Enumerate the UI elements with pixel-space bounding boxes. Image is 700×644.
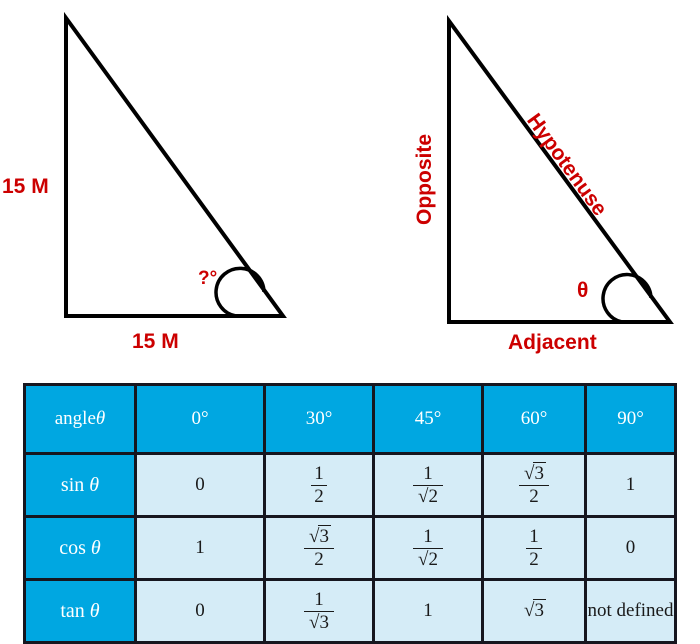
- cell-tan-30°: 1 √3: [263, 578, 375, 644]
- fraction-denominator: 2: [314, 485, 324, 507]
- fraction-denominator: √2: [413, 484, 443, 507]
- cell-sin-0°: 0: [134, 452, 266, 518]
- cell-value: 0: [195, 600, 205, 621]
- row-label-sin: sin θ: [23, 452, 137, 518]
- fraction-value: 12: [526, 526, 542, 570]
- triangle-diagrams: 15 M 15 M ?° Opposite Hypotenuse θ Adjac…: [0, 0, 700, 372]
- left-triangle-shape: [64, 11, 287, 318]
- header-cell-angle-2: 45°: [372, 383, 484, 455]
- row-label-text: sin: [60, 473, 90, 496]
- row-theta-symbol: θ: [89, 599, 100, 622]
- row-theta-symbol: θ: [90, 536, 101, 559]
- fraction-denominator: √2: [413, 547, 443, 570]
- row-label-text: cos: [59, 536, 91, 559]
- cell-value: 1: [625, 474, 636, 495]
- radicand-value: 2: [427, 547, 440, 570]
- row-label-cos: cos θ: [23, 515, 137, 581]
- row-label-tan: tan θ: [23, 578, 137, 644]
- fraction-value: 1 √2: [413, 526, 443, 570]
- row-theta-symbol: θ: [89, 473, 100, 496]
- fraction-numerator: 1: [311, 463, 327, 486]
- fraction-denominator: 2: [529, 548, 539, 570]
- adjacent-side-label: Adjacent: [508, 331, 597, 354]
- header-theta-symbol: θ: [95, 408, 106, 429]
- left-triangle-vertical-label: 15 M: [2, 175, 49, 198]
- sqrt-expression: √3: [522, 599, 546, 622]
- cell-cos-45°: 1 √2: [372, 515, 484, 581]
- fraction-numerator: √3: [304, 524, 334, 549]
- cell-value: 0: [625, 537, 636, 558]
- cell-sin-45°: 1 √2: [372, 452, 484, 518]
- fraction-numerator: 1: [413, 526, 443, 549]
- cell-tan-0°: 0: [134, 578, 266, 644]
- cell-value: 0: [195, 474, 205, 495]
- radicand-value: 3: [318, 524, 331, 547]
- cell-cos-90°: 0: [584, 515, 677, 581]
- fraction-value: √3 2: [519, 461, 549, 507]
- opposite-side-label: Opposite: [413, 133, 436, 225]
- fraction-numerator: √3: [519, 461, 549, 486]
- cell-tan-60°: √3: [481, 578, 587, 644]
- header-cell-angle-3: 60°: [481, 383, 587, 455]
- theta-angle-label: θ: [577, 279, 589, 302]
- cell-value: 1: [423, 600, 433, 621]
- table-row: tan θ 0 1 √3 1 √3 not defined: [23, 578, 677, 644]
- trig-ratio-table: angleθ 0° 30° 45° 60° 90° sin θ 0 1 2 1 √2 √3 2 1 cos θ…: [23, 383, 677, 644]
- sqrt-expression: √3: [307, 610, 331, 633]
- fraction-value: 12: [311, 463, 327, 507]
- header-angle-text: angle: [54, 408, 96, 429]
- fraction-value: 1 √2: [413, 463, 443, 507]
- sqrt-expression: √3: [522, 461, 546, 484]
- cell-tan-45°: 1: [372, 578, 484, 644]
- fraction-numerator: 1: [413, 463, 443, 486]
- fraction-value: 1 √3: [304, 589, 334, 633]
- fraction-denominator: 2: [529, 485, 539, 507]
- radicand-value: 3: [533, 461, 546, 484]
- table-row: sin θ 0 1 2 1 √2 √3 2 1: [23, 452, 677, 518]
- fraction-numerator: 1: [304, 589, 334, 612]
- header-cell-angle-4: 90°: [584, 383, 677, 455]
- table-row: cos θ 1 √3 2 1 √2 1 2 0: [23, 515, 677, 581]
- cell-sin-90°: 1: [584, 452, 677, 518]
- table-header-row: angleθ 0° 30° 45° 60° 90°: [23, 383, 677, 455]
- left-triangle-unknown-angle-label: ?°: [198, 268, 218, 289]
- left-triangle-angle-arc: [214, 266, 266, 318]
- left-triangle-base-label: 15 M: [132, 330, 179, 353]
- cell-cos-30°: √3 2: [263, 515, 375, 581]
- header-cell-angle-0: 0°: [134, 383, 266, 455]
- radicand-value: 2: [427, 484, 440, 507]
- cell-value: not defined: [587, 600, 674, 621]
- right-triangle-angle-arc: [601, 272, 653, 324]
- sqrt-expression: √2: [416, 484, 440, 507]
- header-cell-angle-1: 30°: [263, 383, 375, 455]
- cell-value: 1: [195, 537, 205, 558]
- cell-cos-0°: 1: [134, 515, 266, 581]
- cell-sin-60°: √3 2: [481, 452, 587, 518]
- sqrt-expression: √3: [307, 524, 331, 547]
- cell-sin-30°: 12: [263, 452, 375, 518]
- fraction-numerator: 1: [526, 526, 542, 549]
- radicand-value: 3: [318, 610, 331, 633]
- fraction-denominator: √3: [304, 610, 334, 633]
- sqrt-expression: √2: [416, 547, 440, 570]
- header-cell-angle: angleθ: [23, 383, 137, 455]
- fraction-value: √3 2: [304, 524, 334, 570]
- cell-cos-60°: 12: [481, 515, 587, 581]
- radicand-value: 3: [533, 599, 546, 621]
- row-label-text: tan: [60, 599, 90, 622]
- cell-tan-90°: not defined: [584, 578, 677, 644]
- fraction-denominator: 2: [314, 548, 324, 570]
